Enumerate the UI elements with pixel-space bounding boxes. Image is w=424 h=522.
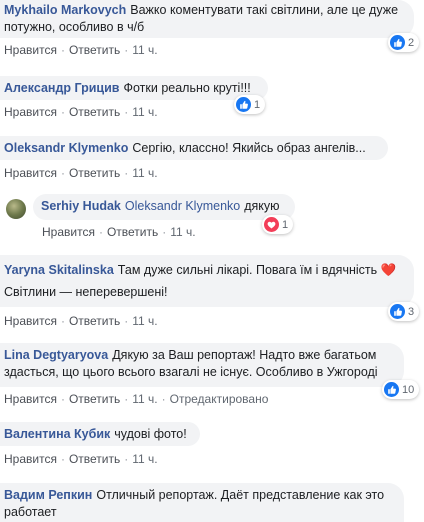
reaction-badge[interactable]: 1 xyxy=(262,215,294,234)
reaction-count: 1 xyxy=(254,98,261,111)
comment-text: Фотки реально круті!!! xyxy=(123,81,251,95)
comment-actions: Нравится · Ответить · 11 ч. xyxy=(42,225,196,239)
comment-bubble: Oleksandr Klymenko Сергію, классно! Якийс… xyxy=(0,136,388,160)
comment-text: Сергію, классно! Якийсь образ ангелів... xyxy=(132,141,366,155)
like-link[interactable]: Нравится xyxy=(4,166,57,180)
timestamp[interactable]: 11 ч. xyxy=(132,452,157,466)
reaction-badge[interactable]: 10 xyxy=(382,380,420,399)
comment-bubble: Александр Грицив Фотки реально круті!!! xyxy=(0,76,268,100)
comment-actions: Нравится · Ответить · 11 ч. xyxy=(4,166,158,180)
comment-author[interactable]: Oleksandr Klymenko xyxy=(4,141,128,155)
like-link[interactable]: Нравится xyxy=(42,225,95,239)
comment-author[interactable]: Serhiy Hudak xyxy=(41,199,121,213)
comment-actions: Нравится · Ответить · 11 ч. xyxy=(4,105,158,119)
reply-link[interactable]: Ответить xyxy=(69,392,120,406)
like-link[interactable]: Нравится xyxy=(4,314,57,328)
reply-link[interactable]: Ответить xyxy=(107,225,158,239)
comment-author[interactable]: Mykhailo Markovych xyxy=(4,3,126,17)
timestamp[interactable]: 11 ч. xyxy=(132,43,157,57)
timestamp[interactable]: 11 ч. xyxy=(132,105,157,119)
comment-text-line-2: Світлини — неперевершені! xyxy=(4,285,168,299)
comment-bubble: Валентина Кубик чудові фото! xyxy=(0,422,200,446)
comment-author[interactable]: Вадим Репкин xyxy=(4,488,92,502)
comment-bubble: Вадим Репкин Отличный репортаж. Даёт пред… xyxy=(0,483,404,522)
comment-actions: Нравится · Ответить · 11 ч. xyxy=(4,452,158,466)
comment-actions: Нравится · Ответить · 11 ч. xyxy=(4,314,158,328)
comment-actions: Нравится · Ответить · 11 ч. xyxy=(4,43,158,57)
comment-text: Там дуже сильні лікарі. Повага їм і вдяч… xyxy=(117,263,378,277)
comment-author[interactable]: Валентина Кубик xyxy=(4,427,110,441)
comment-bubble: Mykhailo Markovych Важко коментувати такі… xyxy=(0,0,414,38)
reply-link[interactable]: Ответить xyxy=(69,452,120,466)
like-link[interactable]: Нравится xyxy=(4,452,57,466)
reaction-badge[interactable]: 3 xyxy=(388,302,420,321)
reaction-badge[interactable]: 1 xyxy=(234,95,266,114)
comment-bubble: Lina Degtyaryova Дякую за Ваш репортаж! Н… xyxy=(0,343,404,387)
reaction-count: 2 xyxy=(408,36,415,49)
avatar[interactable] xyxy=(6,199,26,219)
mention-link[interactable]: Oleksandr Klymenko xyxy=(125,199,240,213)
like-icon xyxy=(390,35,405,50)
heart-icon xyxy=(264,217,279,232)
reply-link[interactable]: Ответить xyxy=(69,105,120,119)
reaction-badge[interactable]: 2 xyxy=(388,33,420,52)
edited-label[interactable]: Отредактировано xyxy=(170,392,269,406)
reaction-count: 3 xyxy=(408,305,415,318)
heart-emoji: ❤️ xyxy=(380,263,397,277)
timestamp[interactable]: 11 ч. xyxy=(132,314,157,328)
reaction-count: 10 xyxy=(402,383,415,396)
timestamp[interactable]: 11 ч. xyxy=(132,392,157,406)
comment-actions: Нравится · Ответить · 11 ч. · Отредактировано xyxy=(4,392,269,406)
comment-author[interactable]: Александр Грицив xyxy=(4,81,119,95)
reaction-count: 1 xyxy=(282,218,289,231)
like-link[interactable]: Нравится xyxy=(4,43,57,57)
reply-link[interactable]: Ответить xyxy=(69,314,120,328)
comment-bubble: Yaryna Skitalinska Там дуже сильні лікарі… xyxy=(0,255,414,307)
like-link[interactable]: Нравится xyxy=(4,105,57,119)
comment-text: дякую xyxy=(244,199,280,213)
comment-bubble: Serhiy Hudak Oleksandr Klymenko дякую xyxy=(33,194,295,220)
timestamp[interactable]: 11 ч. xyxy=(170,225,195,239)
like-icon xyxy=(236,97,251,112)
reply-link[interactable]: Ответить xyxy=(69,166,120,180)
comment-author[interactable]: Lina Degtyaryova xyxy=(4,348,108,362)
comment-author[interactable]: Yaryna Skitalinska xyxy=(4,263,114,277)
like-icon xyxy=(384,382,399,397)
like-link[interactable]: Нравится xyxy=(4,392,57,406)
comment-text: чудові фото! xyxy=(114,427,187,441)
like-icon xyxy=(390,304,405,319)
reply-link[interactable]: Ответить xyxy=(69,43,120,57)
timestamp[interactable]: 11 ч. xyxy=(132,166,157,180)
